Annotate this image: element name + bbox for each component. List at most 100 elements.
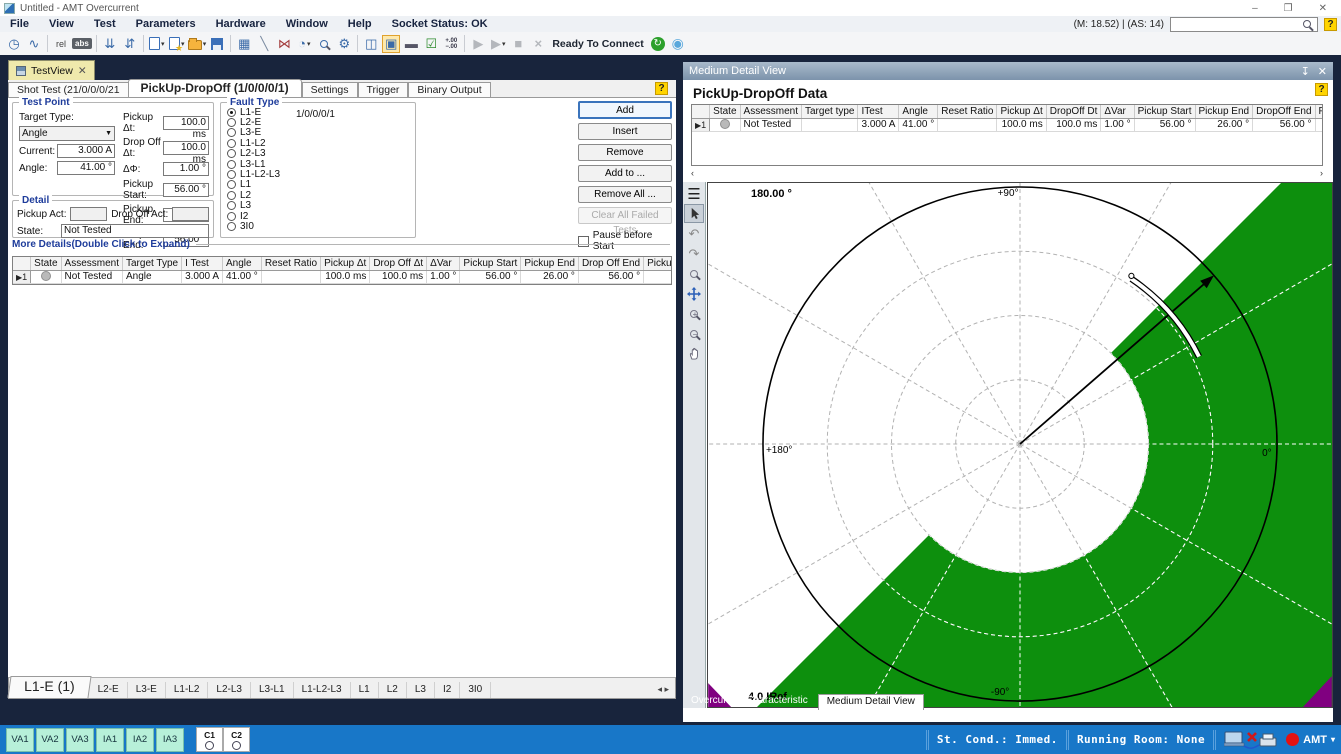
column-header[interactable] (692, 105, 710, 118)
contact-c2[interactable]: C2 (223, 727, 250, 752)
column-header[interactable]: Drop Off Δt (370, 257, 427, 270)
settings-gears-icon[interactable]: ⚙ (335, 35, 353, 53)
tab-medium-detail-view[interactable]: Medium Detail View (818, 694, 924, 710)
vector-view-icon[interactable]: ⋈ (275, 35, 293, 53)
assessment-panel-icon[interactable]: ☑ (422, 35, 440, 53)
redo-icon[interactable]: ↷ (684, 244, 704, 263)
run-all-icon[interactable]: ▶▾ (489, 35, 507, 53)
fault-type-option[interactable]: I2 (227, 211, 415, 221)
column-header[interactable]: Angle (223, 257, 262, 270)
angle-field[interactable]: 41.00 ° (57, 161, 115, 175)
column-header[interactable]: Pickup End (521, 257, 579, 270)
new-file-icon[interactable]: ▾ (148, 35, 166, 53)
overcurrent-polar-plot[interactable]: 180.00 °+90°+180°0°-90°4.0 IRef (707, 182, 1333, 708)
reconnect-icon[interactable]: ↻ (649, 35, 667, 53)
column-header[interactable]: Pickup act. (644, 257, 672, 270)
channel-ia3[interactable]: IA3 (156, 728, 184, 752)
data-cell[interactable]: Not Tested (740, 118, 801, 131)
radio-icon[interactable] (227, 222, 236, 231)
device-disconnected-icon[interactable] (1224, 729, 1278, 751)
column-header[interactable]: Angle (899, 105, 938, 118)
fault-tab-l3[interactable]: L3 (407, 682, 435, 698)
column-header[interactable]: Pickup Start (460, 257, 521, 270)
fault-type-option[interactable]: L1-L2-L3 (227, 169, 415, 179)
find-in-table-icon[interactable] (315, 35, 333, 53)
row-marker[interactable]: ▶1 (692, 118, 710, 131)
fault-tab-l1-l2-l3[interactable]: L1-L2-L3 (294, 682, 351, 698)
column-header[interactable]: ITest (858, 105, 899, 118)
close-panel-icon[interactable]: ✕ (1318, 65, 1327, 78)
tab-overcurrent-characteristic[interactable]: Overcurrent Characteristic (683, 694, 816, 710)
menu-file[interactable]: File (0, 18, 39, 30)
chart-menu-icon[interactable]: ☰ (684, 184, 704, 203)
help-button[interactable]: ? (655, 82, 668, 95)
data-cell[interactable] (1315, 118, 1323, 131)
fault-type-option[interactable]: L3 (227, 201, 415, 211)
pin-icon[interactable]: ↧ (1301, 65, 1310, 78)
column-header[interactable]: Pickup End (1195, 105, 1253, 118)
data-cell[interactable]: 1.00 ° (1101, 118, 1134, 131)
radio-icon[interactable] (227, 201, 236, 210)
radio-icon[interactable] (227, 139, 236, 148)
contact-c1[interactable]: C1 (196, 727, 223, 752)
radio-icon[interactable] (227, 212, 236, 221)
abort-icon[interactable]: × (529, 35, 547, 53)
data-cell[interactable]: 41.00 ° (899, 118, 938, 131)
fault-type-option[interactable]: L2-L3 (227, 149, 415, 159)
data-cell[interactable]: 56.00 ° (460, 270, 521, 283)
column-header[interactable]: State (710, 105, 740, 118)
radio-icon[interactable] (227, 160, 236, 169)
tp-field-value[interactable]: 100.0 ms (163, 141, 209, 155)
fault-tab-l3-l1[interactable]: L3-L1 (251, 682, 294, 698)
tab-scroll-icons[interactable]: ◂ ▸ (657, 684, 675, 698)
new-test-file-icon[interactable]: ★▾ (168, 35, 186, 53)
column-header[interactable]: Pick Up Act. (1315, 105, 1323, 118)
menu-view[interactable]: View (39, 18, 84, 30)
pan-hand-icon[interactable] (684, 344, 704, 363)
clear-failed-button[interactable]: Clear All Failed Tests (578, 207, 672, 224)
abs-button[interactable]: abs (72, 38, 92, 49)
table-row[interactable]: ▶1Not Tested3.000 A41.00 °100.0 ms100.0 … (692, 118, 1323, 131)
table-row[interactable]: ▶1Not TestedAngle3.000 A41.00 °100.0 ms1… (13, 270, 672, 283)
tab-shot-test[interactable]: Shot Test (21/0/0/0/21 (8, 82, 128, 97)
data-cell[interactable] (644, 270, 672, 283)
search-input[interactable] (1171, 19, 1303, 30)
column-header[interactable]: DropOff End (1253, 105, 1315, 118)
clock-icon[interactable]: ◷ (5, 35, 23, 53)
radio-icon[interactable] (227, 191, 236, 200)
data-cell[interactable]: 100.0 ms (321, 270, 370, 283)
radio-icon[interactable] (227, 180, 236, 189)
channel-va2[interactable]: VA2 (36, 728, 64, 752)
menu-parameters[interactable]: Parameters (126, 18, 206, 30)
fault-type-option[interactable]: L1-L2 (227, 138, 415, 148)
column-header[interactable]: Reset Ratio (938, 105, 997, 118)
data-cell[interactable]: 26.00 ° (1195, 118, 1253, 131)
channel-va1[interactable]: VA1 (6, 728, 34, 752)
open-file-icon[interactable]: ▾ (188, 35, 207, 53)
menu-help[interactable]: Help (338, 18, 382, 30)
data-cell[interactable]: 41.00 ° (223, 270, 262, 283)
fault-type-option[interactable]: 3I0 (227, 221, 415, 231)
column-header[interactable]: Drop Off End (578, 257, 643, 270)
radio-icon[interactable] (227, 118, 236, 127)
column-header[interactable]: Assessment (740, 105, 801, 118)
more-details-bar[interactable]: More Details(Double Click to Expand) (12, 239, 670, 250)
tab-pickup-dropoff[interactable]: PickUp-DropOff (1/0/0/0/1) (128, 79, 302, 97)
data-cell[interactable]: 56.00 ° (578, 270, 643, 283)
table-scrollbar[interactable]: ‹› (691, 168, 1323, 178)
state-cell[interactable] (31, 270, 61, 283)
remove-button[interactable]: Remove (578, 144, 672, 161)
tab-settings[interactable]: Settings (302, 82, 358, 97)
fault-tab-l3-e[interactable]: L3-E (128, 682, 166, 698)
data-cell[interactable]: 100.0 ms (1046, 118, 1101, 131)
data-cell[interactable]: 3.000 A (182, 270, 223, 283)
column-header[interactable]: Assessment (61, 257, 122, 270)
add-to-button[interactable]: Add to ... (578, 165, 672, 182)
column-header[interactable]: State (31, 257, 61, 270)
menu-window[interactable]: Window (276, 18, 338, 30)
target-type-select[interactable]: Angle▼ (19, 126, 115, 141)
help-button[interactable]: ? (1315, 83, 1328, 96)
data-cell[interactable] (802, 118, 858, 131)
fault-tab-l2-e[interactable]: L2-E (90, 682, 128, 698)
move-tool-icon[interactable] (684, 284, 704, 303)
